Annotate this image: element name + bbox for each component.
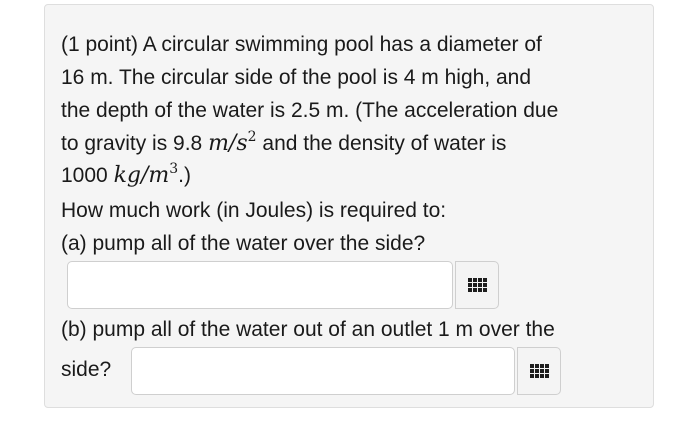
density-prefix: 1000	[61, 164, 114, 187]
problem-text-line-1: (1 point) A circular swimming pool has a…	[61, 33, 542, 56]
problem-card: (1 point) A circular swimming pool has a…	[44, 4, 654, 408]
part-a-answer-input[interactable]	[67, 261, 453, 309]
gravity-unit-base: m/s	[208, 131, 248, 156]
part-b-matrix-button[interactable]	[517, 347, 561, 395]
problem-text-line-5: 1000 kg/m3.)	[61, 161, 191, 189]
density-unit-exponent: 3	[169, 161, 179, 177]
problem-text-line-2: 16 m. The circular side of the pool is 4…	[61, 66, 532, 89]
gravity-suffix: and the density of water is	[256, 132, 507, 155]
part-b-answer-input[interactable]	[131, 347, 515, 395]
question-prompt: How much work (in Joules) is required to…	[61, 199, 447, 222]
part-a-matrix-button[interactable]	[455, 261, 499, 309]
gravity-prefix: to gravity is 9.8	[61, 132, 209, 155]
part-a-question: (a) pump all of the water over the side?	[61, 232, 426, 255]
gravity-unit-exponent: 2	[247, 129, 257, 145]
part-b-question-continued: side?	[61, 358, 112, 381]
density-unit-base: kg/m	[113, 163, 170, 188]
problem-text-line-4: to gravity is 9.8 m/s2 and the density o…	[61, 129, 507, 157]
problem-text-line-3: the depth of the water is 2.5 m. (The ac…	[61, 99, 559, 122]
density-unit: kg/m3	[113, 161, 179, 188]
density-suffix: .)	[178, 164, 191, 187]
gravity-unit: m/s2	[208, 129, 257, 156]
matrix-grid-icon	[467, 278, 487, 292]
matrix-grid-icon	[529, 364, 549, 378]
part-b-question: (b) pump all of the water out of an outl…	[61, 318, 555, 341]
